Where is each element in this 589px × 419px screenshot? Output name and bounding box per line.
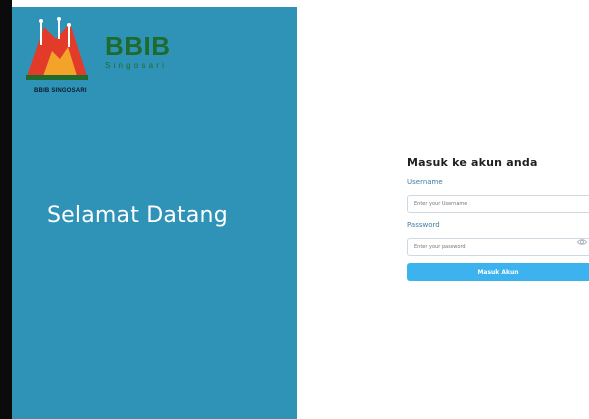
brand-title: BBIB	[105, 31, 171, 61]
welcome-panel: BBIB SINGOSARI BBIB Singosari Selamat Da…	[12, 7, 297, 419]
brand-subtitle: Singosari	[105, 61, 168, 70]
password-input[interactable]	[407, 238, 589, 256]
welcome-heading: Selamat Datang	[47, 203, 228, 228]
logo-caption: BBIB SINGOSARI	[34, 88, 87, 94]
bbib-logo-icon	[26, 17, 88, 80]
brand: BBIB Singosari	[105, 33, 171, 70]
password-field	[407, 233, 589, 256]
left-border	[0, 0, 12, 419]
username-input[interactable]	[407, 195, 589, 213]
login-button[interactable]: Masuk Akun	[407, 263, 589, 281]
eye-icon[interactable]	[577, 238, 587, 246]
login-title: Masuk ke akun anda	[407, 156, 538, 169]
login-form: Masuk ke akun anda Username Password Mas…	[407, 156, 589, 281]
password-label: Password	[407, 221, 440, 229]
bbib-logo: BBIB SINGOSARI	[22, 17, 102, 94]
username-label: Username	[407, 178, 443, 186]
